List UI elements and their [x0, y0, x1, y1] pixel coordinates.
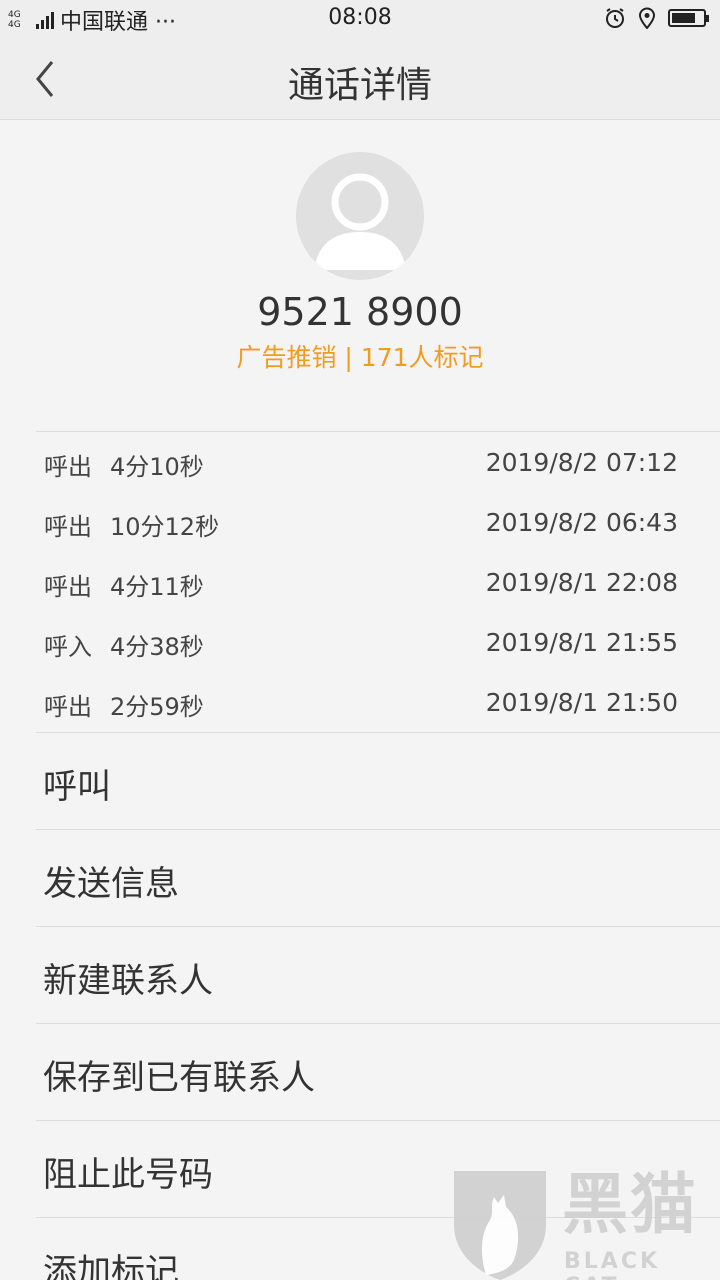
call-duration: 4分10秒: [110, 453, 204, 481]
call-row: 呼出 4分11秒 2019/8/1 22:08: [0, 552, 720, 612]
call-row: 呼出 2分59秒 2019/8/1 21:50: [0, 672, 720, 732]
phone-number: 9521 8900: [257, 290, 463, 334]
send-message-button[interactable]: 发送信息: [0, 830, 720, 927]
call-time: 2019/8/1 21:55: [485, 628, 678, 657]
call-direction: 呼出: [44, 573, 92, 601]
battery-icon: [668, 9, 709, 27]
call-row: 呼出 4分10秒 2019/8/2 07:12: [0, 432, 720, 492]
call-duration: 4分38秒: [110, 633, 204, 661]
new-contact-button[interactable]: 新建联系人: [0, 927, 720, 1024]
watermark: 黑猫 BLACK CAT: [450, 1165, 720, 1280]
page-title: 通话详情: [287, 65, 432, 106]
block-number-label: 阻止此号码: [43, 1155, 213, 1195]
call-row: 呼入 4分38秒 2019/8/1 21:55: [0, 612, 720, 672]
call-button[interactable]: 呼叫: [0, 733, 720, 830]
call-direction: 呼出: [44, 513, 92, 541]
battery-fill: [672, 13, 695, 23]
new-contact-label: 新建联系人: [43, 961, 213, 1001]
add-tag-label: 添加标记: [43, 1252, 179, 1280]
save-to-existing-contact-label: 保存到已有联系人: [43, 1058, 315, 1098]
call-direction: 呼出: [44, 453, 92, 481]
call-direction: 呼入: [44, 633, 92, 661]
location-icon: [638, 7, 656, 29]
call-time: 2019/8/1 21:50: [485, 688, 678, 717]
watermark-title: 黑猫: [562, 1166, 698, 1243]
avatar: [296, 152, 424, 280]
call-duration: 2分59秒: [110, 693, 204, 721]
nav-bar: 通话详情: [0, 38, 720, 120]
call-duration: 10分12秒: [110, 513, 220, 541]
spam-tag: 广告推销 | 171人标记: [236, 343, 484, 372]
status-right: [604, 7, 709, 29]
watermark-subtitle: BLACK CAT: [564, 1249, 661, 1280]
call-button-label: 呼叫: [43, 767, 111, 807]
call-time: 2019/8/2 06:43: [485, 508, 678, 537]
call-direction: 呼出: [44, 693, 92, 721]
person-placeholder-icon: [314, 173, 406, 270]
call-duration: 4分11秒: [110, 573, 204, 601]
alarm-icon: [606, 8, 624, 28]
call-row: 呼出 10分12秒 2019/8/2 06:43: [0, 492, 720, 552]
save-to-existing-contact-button[interactable]: 保存到已有联系人: [0, 1024, 720, 1121]
call-time: 2019/8/1 22:08: [485, 568, 678, 597]
black-cat-shield-icon: [454, 1171, 546, 1280]
call-time: 2019/8/2 07:12: [485, 448, 678, 477]
send-message-label: 发送信息: [43, 864, 179, 904]
status-bar: 4G 4G 中国联通 ··· 08:08: [0, 0, 720, 38]
